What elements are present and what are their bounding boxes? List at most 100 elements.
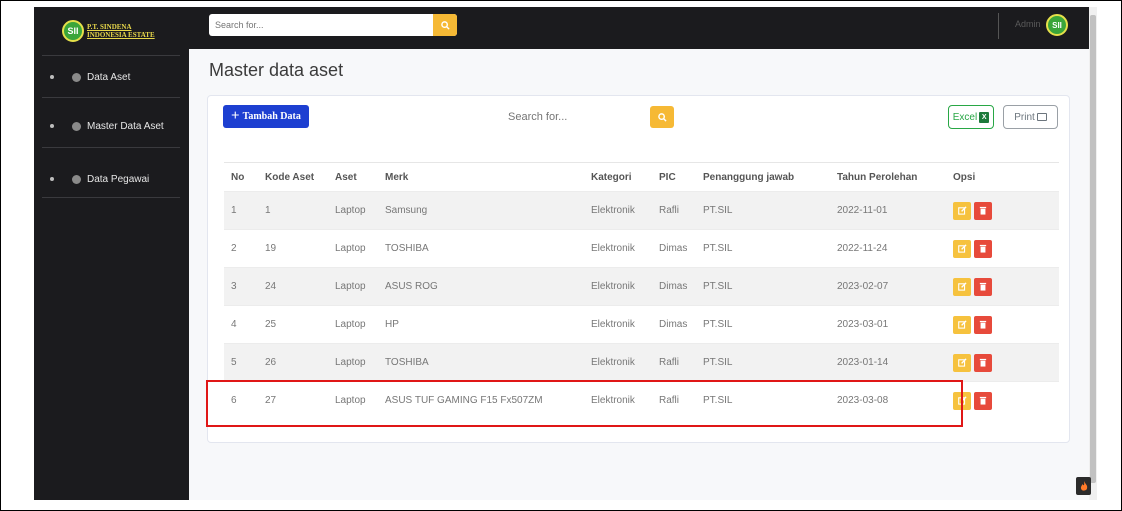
column-header[interactable]: Aset <box>328 162 378 192</box>
app: SII P.T. SINDENA INDONESIA ESTATE Data A… <box>34 7 1097 500</box>
sidebar-item-label: Data Aset <box>87 71 131 83</box>
table-cell: PT.SIL <box>696 267 830 306</box>
table-cell: 1 <box>224 191 258 230</box>
column-header[interactable]: Kategori <box>584 162 652 192</box>
sidebar-item-label: Master Data Aset <box>87 120 164 132</box>
table-header-row: No Kode Aset Aset Merk Kategori PIC Pena… <box>224 162 1059 192</box>
table-cell: Laptop <box>328 343 378 382</box>
divider <box>42 197 180 198</box>
table-cell: Elektronik <box>584 229 652 268</box>
divider <box>42 55 180 56</box>
table-cell: Elektronik <box>584 305 652 344</box>
table-cell: Elektronik <box>584 191 652 230</box>
table-cell: Dimas <box>652 267 696 306</box>
table-cell: 2023-03-01 <box>830 305 946 344</box>
column-header[interactable]: PIC <box>652 162 696 192</box>
trash-icon <box>979 244 987 253</box>
edit-button[interactable] <box>953 201 971 220</box>
table-row: 4 25 Laptop HP Elektronik Dimas PT.SIL 2… <box>224 305 1059 344</box>
table-cell: 4 <box>224 305 258 344</box>
trash-icon <box>979 397 987 405</box>
printer-icon <box>1036 113 1047 121</box>
actions-cell <box>946 267 1059 306</box>
table-cell: Rafli <box>652 343 696 382</box>
table-cell: 2022-11-01 <box>830 191 946 230</box>
edit-button[interactable] <box>953 239 971 258</box>
table-search-button[interactable] <box>650 106 674 128</box>
delete-button[interactable] <box>974 391 992 410</box>
sidebar-item-master-data-aset[interactable]: Master Data Aset <box>34 106 189 146</box>
add-data-label: Tambah Data <box>242 111 301 122</box>
topbar: Admin SII <box>189 7 1097 49</box>
dashboard-icon <box>72 72 81 82</box>
add-data-button[interactable]: + Tambah Data <box>223 105 309 128</box>
table-cell: 24 <box>258 267 328 306</box>
scrollbar[interactable] <box>1089 7 1097 500</box>
table-cell: 2 <box>224 229 258 268</box>
divider <box>42 147 180 148</box>
actions-cell <box>946 305 1059 344</box>
edit-icon <box>957 244 967 253</box>
table-search-input[interactable] <box>500 106 620 128</box>
brand-line-1: P.T. SINDENA <box>87 23 132 31</box>
table-cell: 5 <box>224 343 258 382</box>
delete-button[interactable] <box>974 201 992 220</box>
search-icon <box>440 20 450 30</box>
dashboard-icon <box>72 121 81 131</box>
edit-button[interactable] <box>953 353 971 372</box>
delete-button[interactable] <box>974 353 992 372</box>
delete-button[interactable] <box>974 277 992 296</box>
user-name[interactable]: Admin <box>1015 19 1041 29</box>
delete-button[interactable] <box>974 239 992 258</box>
logo-icon: SII <box>62 20 84 42</box>
table-cell: TOSHIBA <box>378 229 584 268</box>
column-header[interactable]: Penanggung jawab <box>696 162 830 192</box>
flame-icon <box>1080 480 1087 491</box>
print-button[interactable]: Print <box>1003 105 1058 129</box>
delete-button[interactable] <box>974 315 992 334</box>
brand-logo[interactable]: SII P.T. SINDENA INDONESIA ESTATE <box>62 18 155 44</box>
excel-file-icon: X <box>979 111 990 123</box>
column-header[interactable]: Tahun Perolehan <box>830 162 946 192</box>
edit-button[interactable] <box>953 277 971 296</box>
trash-icon <box>979 282 987 291</box>
actions-cell <box>946 343 1059 382</box>
column-header[interactable]: Merk <box>378 162 584 192</box>
edit-icon <box>957 320 967 329</box>
table-cell: TOSHIBA <box>378 343 584 382</box>
column-header[interactable]: Kode Aset <box>258 162 328 192</box>
edit-icon <box>957 206 967 215</box>
table-search <box>500 106 648 128</box>
actions-cell <box>946 229 1059 268</box>
actions-cell <box>946 191 1059 230</box>
table-cell: 3 <box>224 267 258 306</box>
column-header[interactable]: No <box>224 162 258 192</box>
fire-icon[interactable] <box>1076 477 1091 495</box>
search-icon <box>657 112 667 122</box>
topbar-search-button[interactable] <box>433 14 457 36</box>
table-cell: Elektronik <box>584 343 652 382</box>
table-row: 3 24 Laptop ASUS ROG Elektronik Dimas PT… <box>224 267 1059 306</box>
edit-icon <box>957 358 967 367</box>
bullet-icon <box>50 124 54 128</box>
excel-export-button[interactable]: Excel X <box>948 105 994 129</box>
sidebar-item-data-aset[interactable]: Data Aset <box>34 57 189 97</box>
table-cell: Laptop <box>328 305 378 344</box>
column-header[interactable]: Opsi <box>946 162 1059 192</box>
table-cell: 2022-11-24 <box>830 229 946 268</box>
edit-icon <box>957 282 967 291</box>
edit-button[interactable] <box>953 315 971 334</box>
dashboard-icon <box>72 174 81 184</box>
table-cell: PT.SIL <box>696 229 830 268</box>
plus-icon: + <box>231 108 240 124</box>
table-cell: 2023-02-07 <box>830 267 946 306</box>
print-label: Print <box>1014 111 1035 123</box>
sidebar-item-data-pegawai[interactable]: Data Pegawai <box>34 159 189 199</box>
topbar-search-input[interactable] <box>209 14 429 36</box>
table-cell: Dimas <box>652 229 696 268</box>
scrollbar-thumb[interactable] <box>1090 15 1096 483</box>
brand-line-2: INDONESIA ESTATE <box>87 31 155 39</box>
table-cell: Laptop <box>328 191 378 230</box>
table-cell: Elektronik <box>584 267 652 306</box>
avatar[interactable]: SII <box>1046 14 1068 36</box>
